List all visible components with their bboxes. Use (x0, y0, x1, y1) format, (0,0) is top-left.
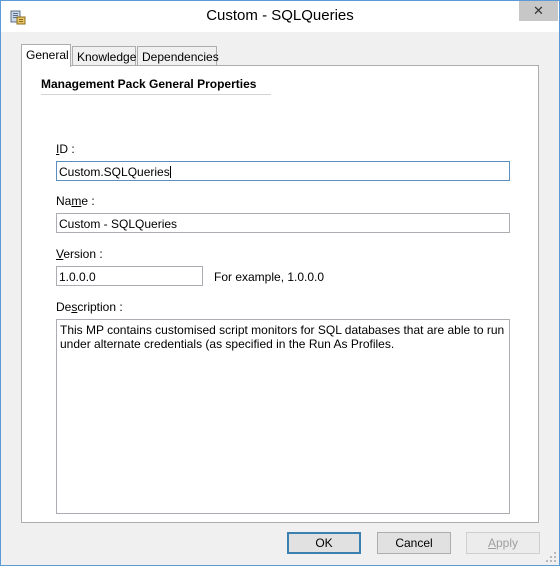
id-value: Custom.SQLQueries (59, 165, 170, 179)
close-icon: ✕ (533, 3, 544, 18)
section-divider (41, 94, 271, 95)
window-title: Custom - SQLQueries (206, 7, 354, 24)
version-label: Version : (56, 247, 103, 261)
version-field[interactable]: 1.0.0.0 (56, 266, 203, 286)
general-tab-panel: Management Pack General Properties ID : … (21, 65, 539, 523)
tab-knowledge[interactable]: Knowledge (72, 46, 136, 66)
description-label: Description : (56, 300, 123, 314)
properties-dialog: Custom - SQLQueries ✕ General Knowledge … (0, 0, 560, 566)
id-label: ID : (56, 142, 75, 156)
version-hint: For example, 1.0.0.0 (214, 270, 325, 284)
ok-button[interactable]: OK (287, 532, 361, 554)
id-field[interactable]: Custom.SQLQueries (56, 161, 510, 181)
description-field[interactable]: This MP contains customised script monit… (56, 319, 510, 514)
text-caret (169, 166, 171, 178)
dialog-client-area: General Knowledge Dependencies Managemen… (1, 32, 559, 565)
section-title: Management Pack General Properties (41, 77, 257, 91)
name-label: Name : (56, 194, 95, 208)
resize-grip-icon[interactable] (545, 551, 557, 563)
title-bar[interactable]: Custom - SQLQueries ✕ (1, 1, 559, 32)
apply-button[interactable]: Apply (466, 532, 540, 554)
tab-general[interactable]: General (21, 44, 71, 67)
close-button[interactable]: ✕ (519, 1, 558, 21)
cancel-button[interactable]: Cancel (377, 532, 451, 554)
name-field[interactable]: Custom - SQLQueries (56, 213, 510, 233)
tab-dependencies[interactable]: Dependencies (137, 46, 219, 66)
